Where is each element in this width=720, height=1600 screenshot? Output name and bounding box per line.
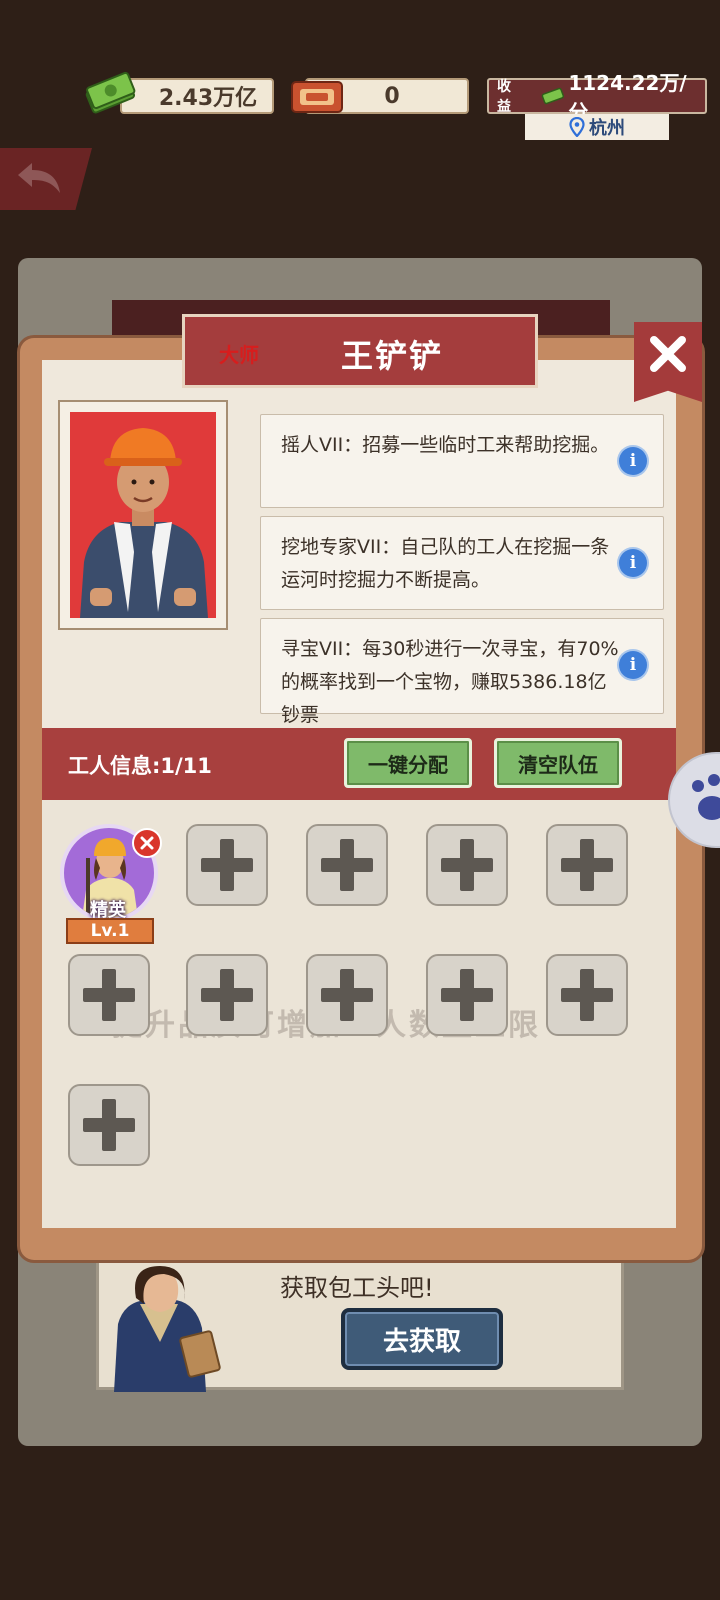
location-pin-icon	[569, 117, 585, 137]
skill-description: 摇人VII：招募一些临时工来帮助挖掘。	[281, 434, 610, 456]
foreman-name: 王铲铲	[341, 337, 444, 375]
ticket-icon	[291, 81, 343, 113]
close-button[interactable]	[634, 322, 702, 402]
close-icon	[650, 336, 686, 372]
skill-card: 摇人VII：招募一些临时工来帮助挖掘。 i	[260, 414, 664, 508]
auto-assign-button[interactable]: 一键分配	[344, 738, 472, 788]
cash-stack-icon	[85, 72, 136, 114]
city-name: 杭州	[589, 118, 625, 139]
cash-icon	[541, 87, 564, 105]
clear-team-button[interactable]: 清空队伍	[494, 738, 622, 788]
paw-icon	[692, 774, 720, 820]
info-icon[interactable]: i	[619, 447, 647, 475]
empty-slot[interactable]	[546, 954, 628, 1036]
skill-description: 挖地专家VII：自己队的工人在挖掘一条运河时挖掘力不断提高。	[281, 536, 610, 591]
empty-slot[interactable]	[306, 954, 388, 1036]
ticket-value: 0	[384, 83, 400, 109]
empty-slot[interactable]	[68, 954, 150, 1036]
empty-slot[interactable]	[546, 824, 628, 906]
empty-slot[interactable]	[186, 954, 268, 1036]
money-display: 2.43万亿	[120, 78, 274, 114]
income-display: 收益 1124.22万/分	[487, 71, 707, 124]
foreman-woman-illustration	[114, 1266, 221, 1392]
worker-info-bar: 工人信息:1/11 一键分配 清空队伍	[42, 728, 676, 800]
info-icon[interactable]: i	[619, 651, 647, 679]
foreman-portrait-image	[80, 428, 208, 618]
skill-description: 寻宝VII：每30秒进行一次寻宝，有70%的概率找到一个宝物，赚取5386.18…	[281, 638, 619, 726]
recruit-text: 获取包工头吧!	[280, 1274, 434, 1302]
info-icon[interactable]: i	[619, 549, 647, 577]
back-button[interactable]	[0, 148, 92, 210]
skill-card: 挖地专家VII：自己队的工人在挖掘一条运河时挖掘力不断提高。 i	[260, 516, 664, 610]
title-banner: 大师 王铲铲	[182, 314, 538, 388]
recruit-button[interactable]: 去获取	[341, 1308, 503, 1370]
empty-slot[interactable]	[426, 954, 508, 1036]
skill-card: 寻宝VII：每30秒进行一次寻宝，有70%的概率找到一个宝物，赚取5386.18…	[260, 618, 664, 726]
empty-slot[interactable]	[306, 824, 388, 906]
remove-worker-button[interactable]	[132, 828, 162, 858]
empty-slot[interactable]	[186, 824, 268, 906]
income-label: 收益	[497, 79, 511, 115]
foreman-portrait	[70, 412, 216, 618]
close-icon	[140, 836, 154, 850]
city-selector[interactable]: 杭州	[525, 114, 669, 140]
empty-slot[interactable]	[68, 1084, 150, 1166]
back-arrow-icon	[18, 163, 60, 193]
worker-level-badge: Lv.1	[66, 918, 154, 944]
rank-label: 大师	[219, 343, 259, 367]
money-value: 2.43万亿	[158, 86, 258, 111]
empty-slot[interactable]	[426, 824, 508, 906]
worker-count: 工人信息:1/11	[68, 754, 212, 778]
